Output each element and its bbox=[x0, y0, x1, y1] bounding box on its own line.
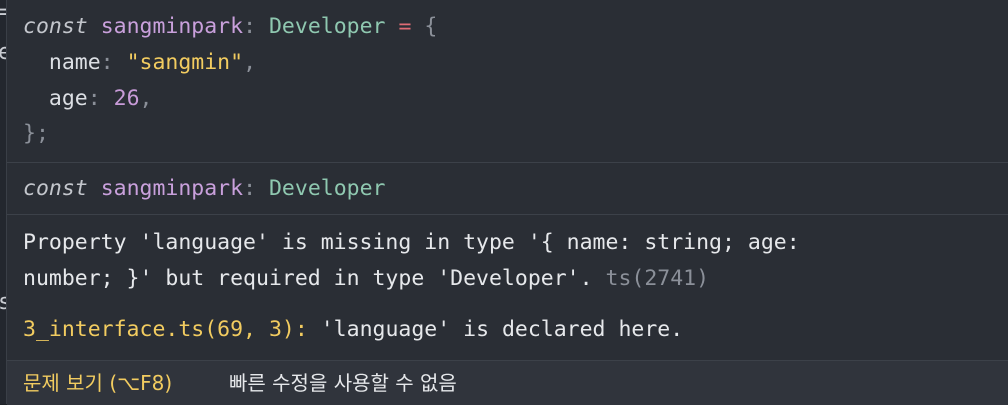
code-line-2: name: "sangmin", bbox=[23, 49, 256, 77]
keyword: const bbox=[23, 176, 88, 201]
colon: : bbox=[100, 50, 114, 75]
quick-fix-button[interactable]: 빠른 수정을 사용할 수 없음 bbox=[229, 369, 457, 397]
related-location-link[interactable]: 3_interface.ts(69, 3): bbox=[23, 317, 308, 342]
comma: , bbox=[243, 50, 257, 75]
error-code: ts(2741) bbox=[605, 266, 710, 291]
code-line-1: const sangminpark: Developer = { bbox=[23, 13, 437, 41]
view-problem-button[interactable]: 문제 보기 (⌥F8) bbox=[23, 369, 172, 397]
colon: : bbox=[243, 176, 257, 201]
variable-name: sangminpark bbox=[100, 14, 244, 39]
colon: : bbox=[87, 86, 101, 111]
colon: : bbox=[243, 14, 257, 39]
type-name: Developer bbox=[268, 176, 386, 201]
hover-action-bar: 문제 보기 (⌥F8) 빠른 수정을 사용할 수 없음 bbox=[7, 360, 1008, 405]
hover-signature: const sangminpark: Developer bbox=[23, 175, 385, 203]
code-line-3: age: 26, bbox=[23, 85, 153, 113]
type-name: Developer bbox=[268, 14, 386, 39]
string-value: "sangmin" bbox=[126, 50, 244, 75]
related-info: 3_interface.ts(69, 3): 'language' is dec… bbox=[23, 316, 683, 344]
keyword: const bbox=[23, 14, 88, 39]
number-value: 26 bbox=[113, 86, 140, 111]
close-brace: }; bbox=[23, 121, 49, 146]
equals-operator: = bbox=[398, 14, 412, 39]
property-name: name bbox=[48, 50, 101, 75]
variable-name: sangminpark bbox=[100, 176, 244, 201]
error-message-line-2: number; }' but required in type 'Develop… bbox=[23, 265, 709, 293]
divider bbox=[7, 162, 1008, 163]
comma: , bbox=[139, 86, 153, 111]
open-brace: { bbox=[424, 14, 438, 39]
code-line-4: }; bbox=[23, 120, 49, 148]
error-message-line-1: Property 'language' is missing in type '… bbox=[23, 230, 800, 255]
property-name: age bbox=[48, 86, 88, 111]
related-message: 'language' is declared here. bbox=[320, 317, 684, 342]
error-message-text: number; }' but required in type 'Develop… bbox=[23, 266, 593, 291]
divider bbox=[7, 214, 1008, 215]
hover-tooltip: const sangminpark: Developer = { name: "… bbox=[6, 0, 1008, 405]
